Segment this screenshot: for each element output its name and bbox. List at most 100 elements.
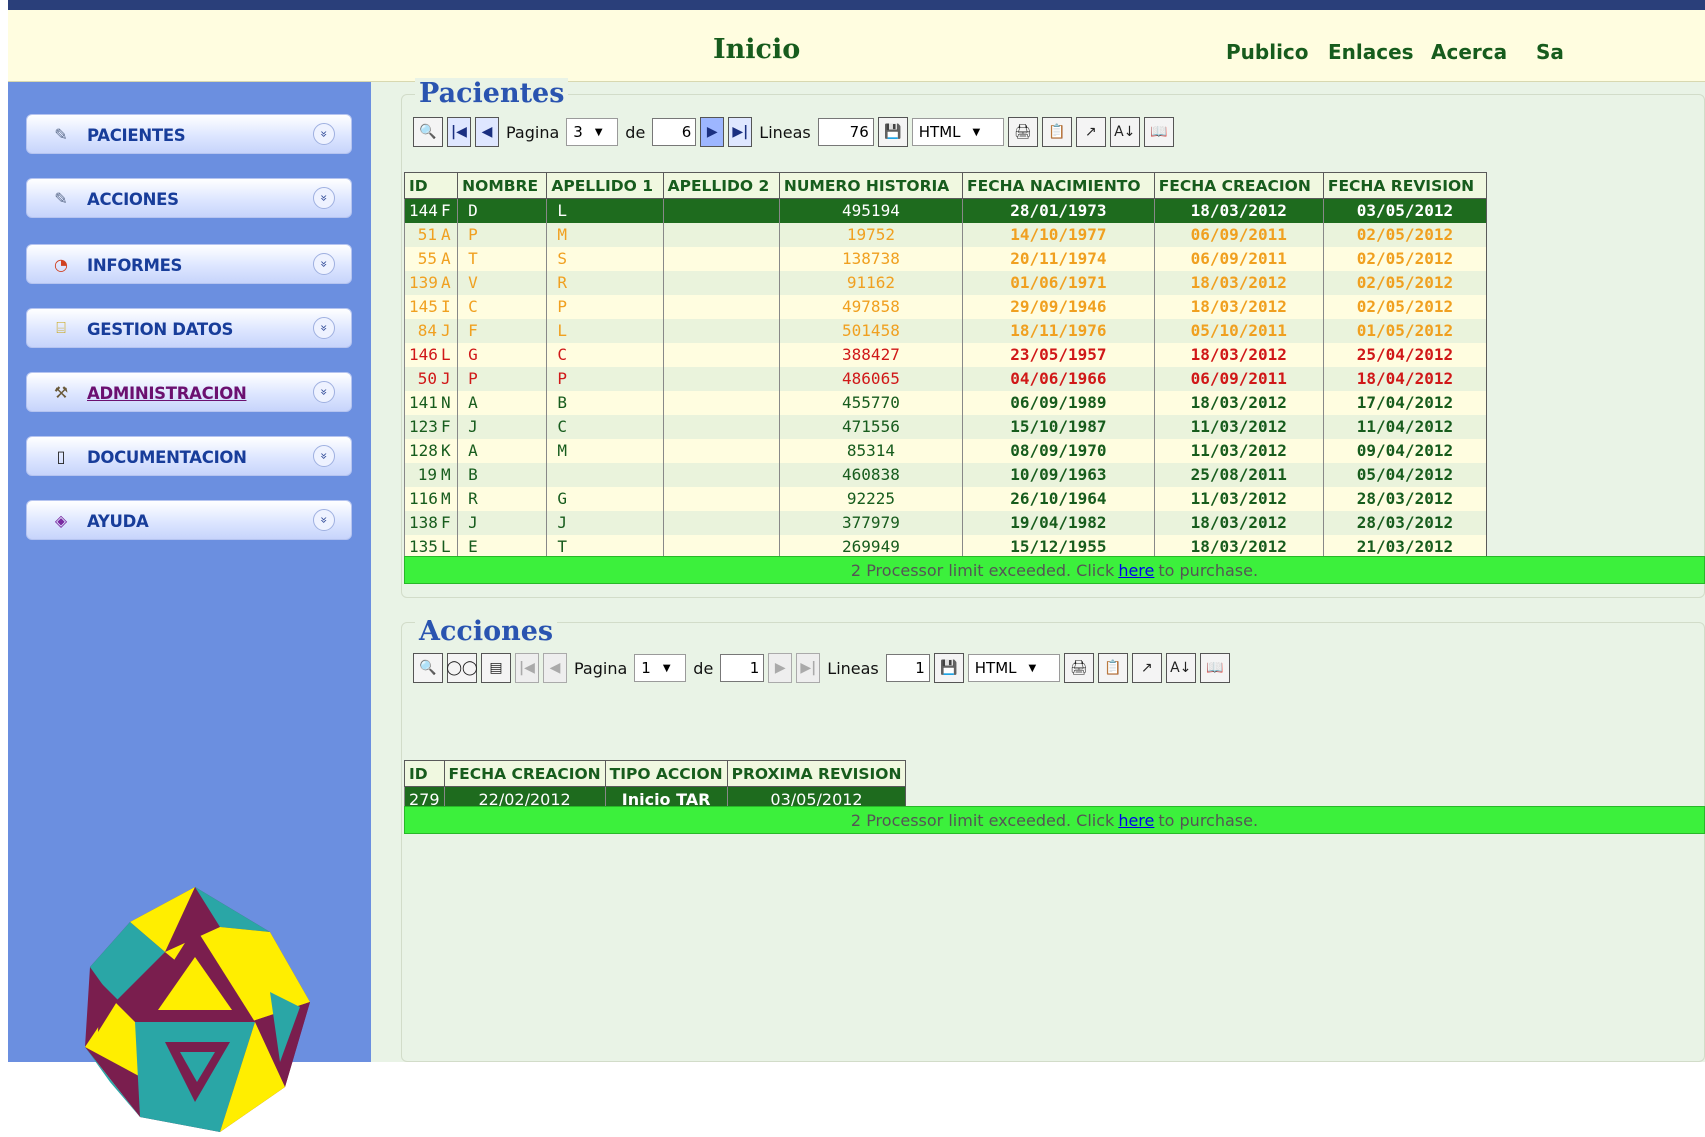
zoom-icon[interactable]: 🔍 [413, 117, 443, 147]
cell-creacion: 06/09/2011 [1153, 366, 1324, 391]
cell-ap2 [662, 270, 780, 295]
cell-historia: 377979 [778, 510, 963, 535]
export-icon[interactable]: ↗ [1131, 653, 1162, 683]
prev-page-icon[interactable]: ◀ [475, 117, 499, 147]
table-row[interactable]: 128 K A M 85314 08/09/1970 11/03/2012 09/04/201… [403, 438, 1487, 463]
lineas-field[interactable]: 76 [817, 118, 874, 146]
cell-nombre: A [457, 438, 547, 463]
format-select[interactable]: HTML ▼ [911, 118, 1004, 146]
save-icon[interactable]: 💾 [877, 117, 908, 147]
cell-creacion: 18/03/2012 [1153, 294, 1324, 319]
print-icon[interactable]: 🖨 [1007, 117, 1038, 147]
table-row[interactable]: 141 N A B 455770 06/09/1989 18/03/2012 17/04/20… [403, 390, 1487, 415]
sort-az-icon[interactable]: A↓ [1165, 653, 1196, 683]
next-page-icon[interactable]: ▶ [700, 117, 725, 147]
pacientes-title: Pacientes [415, 78, 569, 109]
next-page-icon[interactable]: ▶ [768, 653, 793, 683]
purchase-link[interactable]: here [1118, 811, 1154, 830]
chevron-double-down-icon[interactable]: » [313, 317, 335, 339]
page-select[interactable]: 3 ▼ [566, 118, 619, 146]
chevron-double-down-icon[interactable]: » [313, 445, 335, 467]
chevron-double-down-icon[interactable]: » [313, 381, 335, 403]
nav-link-acerca[interactable]: Acerca [1431, 40, 1507, 64]
column-header[interactable]: FECHA REVISION [1322, 172, 1488, 199]
column-header[interactable]: ID [403, 172, 459, 199]
chevron-double-down-icon[interactable]: » [313, 123, 335, 145]
table-row[interactable]: 84 J F L 501458 18/11/1976 05/10/2011 01/05/201… [403, 318, 1487, 343]
table-row[interactable]: 146 L G C 388427 23/05/1957 18/03/2012 25/04/20… [403, 342, 1487, 367]
table-row[interactable]: 116 M R G 92225 26/10/1964 11/03/2012 28/03/201… [403, 486, 1487, 511]
sidebar-item-gestion-datos[interactable]: ⌸ GESTION DATOS » [26, 308, 352, 348]
column-header[interactable]: FECHA CREACION [1153, 172, 1324, 199]
table-row[interactable]: 51 A P M 19752 14/10/1977 06/09/2011 02/05/2012 [403, 222, 1487, 247]
table-row[interactable]: 50 J P P 486065 04/06/1966 06/09/2011 18/04/201… [403, 366, 1487, 391]
total-pages-field: 1 [720, 654, 765, 682]
print-icon[interactable]: 🖨 [1063, 653, 1094, 683]
sidebar-item-administracion[interactable]: ⚒ ADMINISTRACION » [26, 372, 352, 412]
format-select[interactable]: HTML ▼ [967, 654, 1060, 682]
sidebar-item-informes[interactable]: ◔ INFORMES » [26, 244, 352, 284]
column-header[interactable]: PROXIMA REVISION [726, 760, 907, 787]
column-header[interactable]: ID [404, 760, 445, 787]
sidebar-item-acciones[interactable]: ✎ ACCIONES » [26, 178, 352, 218]
pacientes-toolbar: 🔍 |◀ ◀ Pagina 3 ▼ de 6 ▶ ▶| Lineas 76 💾 H… [413, 114, 1174, 150]
chevron-double-down-icon[interactable]: » [313, 253, 335, 275]
cell-ap2 [662, 198, 780, 223]
chevron-double-down-icon[interactable]: » [313, 509, 335, 531]
form-view-icon[interactable]: ▤ [481, 653, 511, 683]
first-page-icon[interactable]: |◀ [447, 117, 471, 147]
sort-az-icon[interactable]: A↓ [1109, 117, 1140, 147]
purchase-banner: 2 Processor limit exceeded. Click here to … [404, 806, 1705, 834]
cell-ap1: L [546, 198, 664, 223]
cell-revision: 02/05/2012 [1322, 294, 1487, 319]
help-book-icon[interactable]: 📖 [1199, 653, 1230, 683]
sidebar-item-pacientes[interactable]: ✎ PACIENTES » [26, 114, 352, 154]
nav-link-publico[interactable]: Publico [1226, 40, 1309, 64]
export-icon[interactable]: ↗ [1075, 117, 1106, 147]
column-header[interactable]: APELLIDO 1 [546, 172, 664, 199]
purchase-link[interactable]: here [1118, 561, 1154, 580]
cell-nac: 14/10/1977 [962, 222, 1155, 247]
cell-ap1 [546, 462, 664, 487]
chevron-double-down-icon[interactable]: » [313, 187, 335, 209]
last-page-icon[interactable]: ▶| [796, 653, 821, 683]
cell-nac: 10/09/1963 [962, 462, 1155, 487]
cell-id: 139 A [403, 270, 458, 295]
acciones-panel [401, 622, 1705, 1062]
prev-page-icon[interactable]: ◀ [543, 653, 567, 683]
copy-icon[interactable]: 📋 [1041, 117, 1072, 147]
purchase-banner: 2 Processor limit exceeded. Click here to … [404, 556, 1705, 584]
cell-ap1: C [546, 342, 664, 367]
help-book-icon[interactable]: 📖 [1143, 117, 1174, 147]
table-row[interactable]: 19 M B 460838 10/09/1963 25/08/2011 05/04/2012 [403, 462, 1487, 487]
copy-icon[interactable]: 📋 [1097, 653, 1128, 683]
column-header[interactable]: FECHA NACIMIENTO [962, 172, 1155, 199]
cell-id: 19 M [403, 462, 458, 487]
glasses-icon[interactable]: ◯◯ [446, 653, 478, 683]
nav-link-enlaces[interactable]: Enlaces [1328, 40, 1414, 64]
edit-icon: ✎ [54, 124, 68, 144]
column-header[interactable]: NOMBRE [457, 172, 548, 199]
table-row[interactable]: 55 A T S 138738 20/11/1974 06/09/2011 02/05/201… [403, 246, 1487, 271]
table-row[interactable]: 123 F J C 471556 15/10/1987 11/03/2012 11/04/20… [403, 414, 1487, 439]
column-header[interactable]: FECHA CREACION [443, 760, 606, 787]
table-row[interactable]: 144 F D L 495194 28/01/1973 18/03/2012 03/05/20… [403, 198, 1487, 223]
column-header[interactable]: APELLIDO 2 [662, 172, 780, 199]
column-header[interactable]: NUMERO HISTORIA [778, 172, 964, 199]
table-row[interactable]: 139 A V R 91162 01/06/1971 18/03/2012 02/05/201… [403, 270, 1487, 295]
sidebar-item-label: INFORMES [87, 256, 183, 275]
save-icon[interactable]: 💾 [933, 653, 964, 683]
table-row[interactable]: 135 L E T 269949 15/12/1955 18/03/2012 21/03/20… [403, 534, 1487, 559]
table-row[interactable]: 138 F J J 377979 19/04/1982 18/03/2012 28/03/20… [403, 510, 1487, 535]
table-row[interactable]: 145 I C P 497858 29/09/1946 18/03/2012 02/05/20… [403, 294, 1487, 319]
page-select[interactable]: 1 ▼ [634, 654, 687, 682]
nav-link-salir[interactable]: Sa [1536, 40, 1564, 64]
first-page-icon[interactable]: |◀ [515, 653, 539, 683]
sidebar-item-ayuda[interactable]: ◈ AYUDA » [26, 500, 352, 540]
id-value: 123 [409, 417, 438, 436]
sidebar-item-documentacion[interactable]: ▯ DOCUMENTACION » [26, 436, 352, 476]
column-header[interactable]: TIPO ACCION [604, 760, 728, 787]
last-page-icon[interactable]: ▶| [728, 117, 753, 147]
lineas-field[interactable]: 1 [885, 654, 930, 682]
zoom-icon[interactable]: 🔍 [413, 653, 443, 683]
